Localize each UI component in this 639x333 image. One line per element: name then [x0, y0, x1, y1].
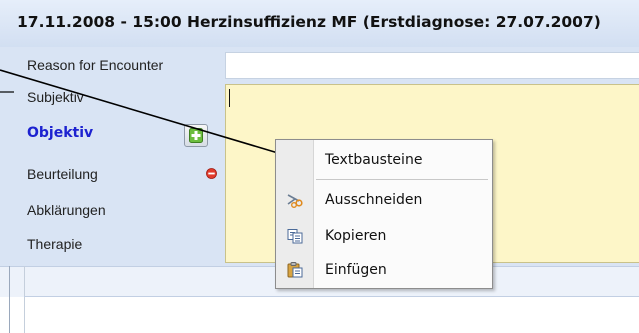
add-green-plus-icon	[189, 128, 203, 143]
menu-item-label: Einfügen	[325, 262, 387, 278]
menu-item-label: Textbausteine	[325, 152, 423, 168]
divider	[24, 266, 25, 333]
menu-item-kopieren[interactable]: Kopieren	[276, 221, 492, 251]
menu-item-ausschneiden[interactable]: Ausschneiden	[276, 185, 492, 215]
scissors-icon	[287, 194, 303, 208]
paste-icon	[287, 262, 303, 278]
copy-icon	[287, 229, 303, 244]
divider	[24, 296, 639, 297]
text-cursor	[229, 89, 230, 107]
encounter-window: 17.11.2008 - 15:00 Herzinsuffizienz MF (…	[0, 0, 639, 333]
menu-item-label: Kopieren	[325, 228, 387, 244]
encounter-header: 17.11.2008 - 15:00 Herzinsuffizienz MF (…	[0, 0, 639, 48]
menu-separator	[316, 179, 488, 180]
label-beurteilung: Beurteilung	[27, 166, 98, 182]
label-therapie: Therapie	[27, 236, 83, 252]
encounter-title: 17.11.2008 - 15:00 Herzinsuffizienz MF (…	[17, 13, 601, 31]
label-objektiv[interactable]: Objektiv	[27, 125, 93, 141]
menu-item-textbausteine[interactable]: Textbausteine	[276, 145, 492, 175]
reason-for-encounter-input[interactable]	[225, 52, 639, 79]
menu-item-label: Ausschneiden	[325, 192, 423, 208]
add-objektiv-button[interactable]	[184, 124, 208, 147]
label-subjektiv: Subjektiv	[27, 89, 84, 105]
label-abklaerungen: Abklärungen	[27, 202, 106, 218]
context-menu: Textbausteine Ausschneiden Kopieren Einf…	[275, 139, 493, 289]
divider	[9, 266, 10, 333]
remove-red-minus-icon[interactable]	[206, 168, 217, 179]
label-reason-for-encounter: Reason for Encounter	[27, 57, 164, 73]
menu-item-einfuegen[interactable]: Einfügen	[276, 255, 492, 285]
